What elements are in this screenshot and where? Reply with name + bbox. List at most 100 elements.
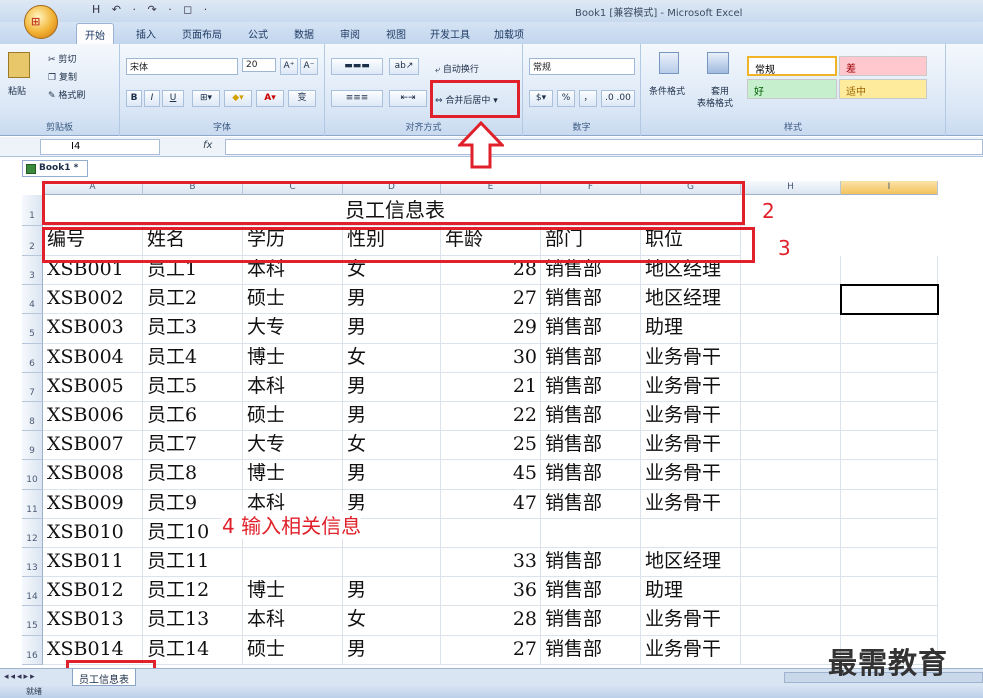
table-cell[interactable] bbox=[741, 256, 841, 286]
table-cell[interactable] bbox=[841, 256, 938, 286]
table-cell[interactable]: 销售部 bbox=[541, 402, 641, 432]
borders-button[interactable]: ⊞▾ bbox=[192, 90, 220, 107]
cut-button[interactable]: ✂ 剪切 bbox=[48, 52, 76, 65]
tab-developer[interactable]: 开发工具 bbox=[430, 26, 470, 41]
table-cell[interactable] bbox=[441, 518, 541, 548]
row-header[interactable]: 14 bbox=[22, 577, 43, 607]
table-cell[interactable]: 男 bbox=[343, 314, 441, 344]
table-cell[interactable] bbox=[741, 518, 841, 548]
table-cell[interactable]: 员工7 bbox=[143, 431, 243, 461]
table-cell[interactable]: 25 bbox=[441, 431, 541, 461]
underline-button[interactable]: U bbox=[162, 90, 184, 107]
table-cell[interactable]: 业务骨干 bbox=[641, 489, 741, 519]
table-cell[interactable]: 业务骨干 bbox=[641, 343, 741, 373]
tab-formulas[interactable]: 公式 bbox=[248, 26, 268, 41]
table-cell[interactable]: 21 bbox=[441, 372, 541, 402]
table-cell[interactable] bbox=[841, 343, 938, 373]
table-cell[interactable]: 助理 bbox=[641, 577, 741, 607]
table-cell[interactable] bbox=[741, 402, 841, 432]
table-cell[interactable] bbox=[641, 518, 741, 548]
row-header[interactable]: 5 bbox=[22, 314, 43, 344]
table-cell[interactable]: 销售部 bbox=[541, 314, 641, 344]
table-cell[interactable]: 助理 bbox=[641, 314, 741, 344]
workbook-tab[interactable]: Book1 * bbox=[22, 160, 88, 177]
table-cell[interactable]: 博士 bbox=[243, 343, 343, 373]
table-cell[interactable]: XSB008 bbox=[43, 460, 143, 490]
conditional-format-button[interactable]: 条件格式 bbox=[649, 84, 685, 97]
style-neutral[interactable]: 适中 bbox=[839, 79, 927, 99]
table-cell[interactable]: XSB011 bbox=[43, 548, 143, 578]
table-cell[interactable] bbox=[741, 606, 841, 636]
table-cell[interactable]: XSB013 bbox=[43, 606, 143, 636]
table-cell[interactable]: 男 bbox=[343, 372, 441, 402]
orientation-button[interactable]: ab↗ bbox=[389, 58, 419, 75]
table-cell[interactable] bbox=[741, 577, 841, 607]
row-header[interactable]: 10 bbox=[22, 460, 43, 490]
table-cell[interactable] bbox=[741, 548, 841, 578]
office-button[interactable]: ⊞ bbox=[24, 5, 58, 39]
table-cell[interactable]: 业务骨干 bbox=[641, 372, 741, 402]
quick-access-toolbar[interactable]: H ↶ · ↷ · ◻ · bbox=[92, 3, 211, 16]
style-good[interactable]: 好 bbox=[747, 79, 837, 99]
table-cell[interactable] bbox=[841, 489, 938, 519]
table-cell[interactable]: 员工12 bbox=[143, 577, 243, 607]
row-header[interactable]: 9 bbox=[22, 431, 43, 461]
paste-button[interactable]: 粘贴 bbox=[8, 84, 26, 97]
table-cell[interactable]: 女 bbox=[343, 606, 441, 636]
table-cell[interactable]: 33 bbox=[441, 548, 541, 578]
table-cell[interactable]: XSB002 bbox=[43, 285, 143, 315]
table-cell[interactable]: 地区经理 bbox=[641, 285, 741, 315]
decimal-buttons[interactable]: .0 .00 bbox=[601, 90, 635, 107]
indent-buttons[interactable]: ⇤⇥ bbox=[389, 90, 427, 107]
table-cell[interactable]: 销售部 bbox=[541, 343, 641, 373]
table-cell[interactable] bbox=[243, 548, 343, 578]
table-cell[interactable]: 硕士 bbox=[243, 635, 343, 665]
table-cell[interactable]: XSB007 bbox=[43, 431, 143, 461]
table-cell[interactable]: XSB010 bbox=[43, 518, 143, 548]
row-header[interactable]: 8 bbox=[22, 402, 43, 432]
table-cell[interactable]: 硕士 bbox=[243, 402, 343, 432]
table-cell[interactable]: XSB006 bbox=[43, 402, 143, 432]
table-cell[interactable]: 29 bbox=[441, 314, 541, 344]
font-name-select[interactable]: 宋体 bbox=[126, 58, 238, 75]
table-cell[interactable]: 36 bbox=[441, 577, 541, 607]
table-cell[interactable]: 销售部 bbox=[541, 635, 641, 665]
table-cell[interactable]: 销售部 bbox=[541, 548, 641, 578]
italic-button[interactable]: I bbox=[144, 90, 160, 107]
bold-button[interactable]: B bbox=[126, 90, 142, 107]
table-cell[interactable]: 业务骨干 bbox=[641, 431, 741, 461]
table-cell[interactable]: 员工3 bbox=[143, 314, 243, 344]
table-cell[interactable]: 员工8 bbox=[143, 460, 243, 490]
row-header[interactable]: 1 bbox=[22, 195, 43, 226]
table-cell[interactable]: 员工4 bbox=[143, 343, 243, 373]
table-cell[interactable]: 员工2 bbox=[143, 285, 243, 315]
table-cell[interactable]: 女 bbox=[343, 343, 441, 373]
row-header[interactable]: 11 bbox=[22, 489, 43, 519]
table-cell[interactable] bbox=[841, 402, 938, 432]
font-color-button[interactable]: A▾ bbox=[256, 90, 284, 107]
phonetic-button[interactable]: 变 bbox=[288, 90, 316, 107]
table-cell[interactable]: 销售部 bbox=[541, 285, 641, 315]
wrap-text-button[interactable]: ⤶ 自动换行 bbox=[435, 62, 479, 75]
table-cell[interactable] bbox=[841, 431, 938, 461]
table-cell[interactable]: XSB004 bbox=[43, 343, 143, 373]
fx-icon[interactable]: fx bbox=[203, 140, 212, 151]
table-cell[interactable]: 男 bbox=[343, 577, 441, 607]
table-cell[interactable]: XSB003 bbox=[43, 314, 143, 344]
table-cell[interactable]: 员工6 bbox=[143, 402, 243, 432]
table-cell[interactable]: 销售部 bbox=[541, 431, 641, 461]
table-cell[interactable] bbox=[741, 285, 841, 315]
column-header[interactable]: H bbox=[741, 181, 841, 195]
table-cell[interactable]: 30 bbox=[441, 343, 541, 373]
fill-color-button[interactable]: ◆▾ bbox=[224, 90, 252, 107]
row-header[interactable]: 6 bbox=[22, 343, 43, 373]
table-cell[interactable]: 销售部 bbox=[541, 606, 641, 636]
table-cell[interactable]: 女 bbox=[343, 431, 441, 461]
table-cell[interactable] bbox=[841, 314, 938, 344]
table-cell[interactable]: 销售部 bbox=[541, 460, 641, 490]
format-painter-button[interactable]: ✎ 格式刷 bbox=[48, 88, 85, 101]
font-size-select[interactable]: 20 bbox=[242, 58, 276, 72]
name-box[interactable]: I4 bbox=[40, 139, 160, 155]
table-cell[interactable]: 销售部 bbox=[541, 489, 641, 519]
comma-button[interactable]: ， bbox=[579, 90, 597, 107]
